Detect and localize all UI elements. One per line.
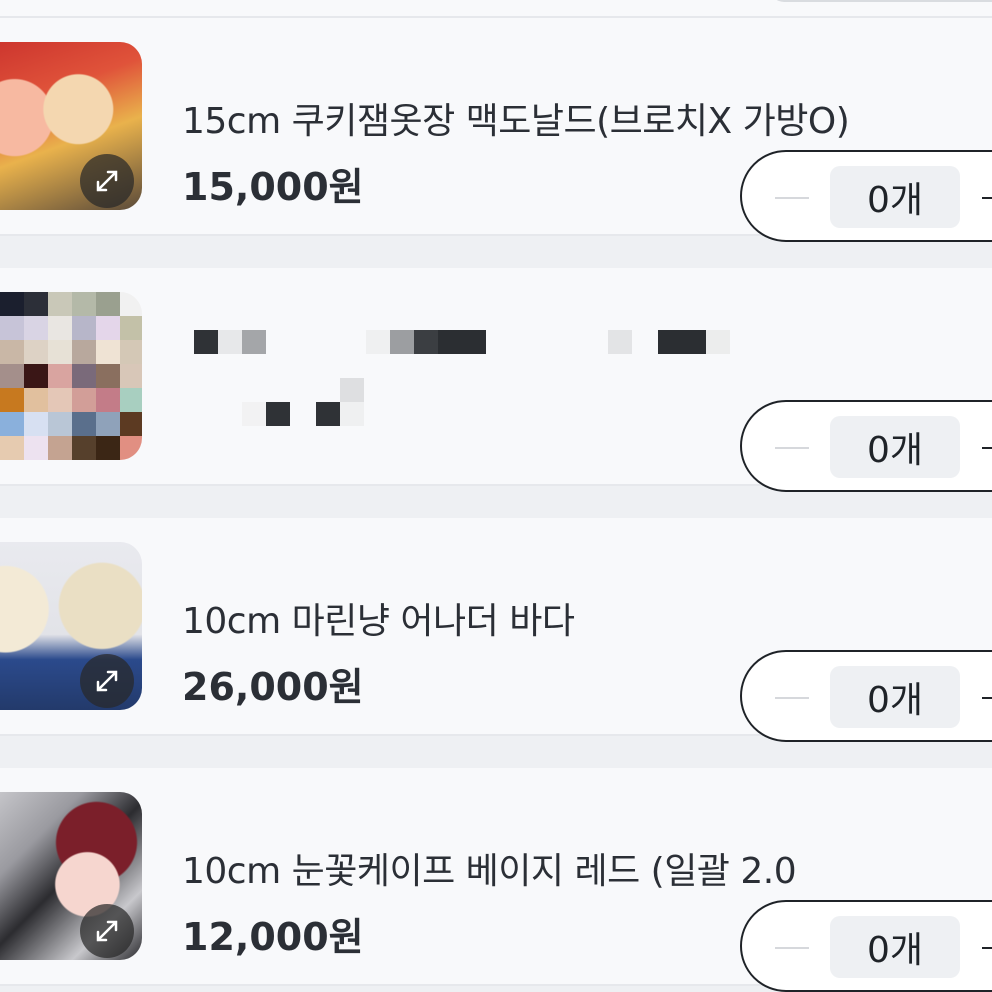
previous-stepper[interactable] — [770, 0, 992, 2]
expand-icon[interactable] — [80, 154, 134, 208]
quantity-field[interactable]: 0개 — [830, 416, 960, 478]
decrease-button[interactable] — [772, 928, 812, 968]
decrease-button[interactable] — [772, 178, 812, 218]
previous-product-card — [0, 0, 992, 18]
product-card[interactable]: 10cm 마린냥 어나더 바다 26,000원 0개 — [0, 518, 992, 742]
increase-button[interactable] — [978, 678, 992, 718]
quantity-stepper[interactable]: 0개 — [740, 900, 992, 992]
product-card[interactable]: 10cm 눈꽃케이프 베이지 레드 (일괄 2.0 12,000원 0개 — [0, 768, 992, 992]
product-price: 15,000원 — [182, 165, 364, 209]
decrease-button[interactable] — [772, 678, 812, 718]
pixelated-image — [0, 292, 142, 460]
product-name[interactable]: 15cm 쿠키잼옷장 맥도날드(브로치X 가방O) — [182, 92, 850, 144]
product-name[interactable]: 10cm 눈꽃케이프 베이지 레드 (일괄 2.0 — [182, 842, 797, 894]
product-price: 12,000원 — [182, 915, 364, 959]
product-thumbnail[interactable] — [0, 42, 142, 210]
product-thumbnail[interactable] — [0, 292, 142, 460]
increase-button[interactable] — [978, 178, 992, 218]
quantity-field[interactable]: 0개 — [830, 166, 960, 228]
quantity-stepper[interactable]: 0개 — [740, 150, 992, 242]
product-name[interactable]: 10cm 마린냥 어나더 바다 — [182, 592, 575, 644]
quantity-field[interactable]: 0개 — [830, 666, 960, 728]
expand-icon[interactable] — [80, 654, 134, 708]
quantity-stepper[interactable]: 0개 — [740, 400, 992, 492]
expand-icon[interactable] — [80, 904, 134, 958]
quantity-stepper[interactable]: 0개 — [740, 650, 992, 742]
product-card[interactable]: 0개 — [0, 268, 992, 492]
product-card[interactable]: 15cm 쿠키잼옷장 맥도날드(브로치X 가방O) 15,000원 0개 — [0, 18, 992, 242]
increase-button[interactable] — [978, 928, 992, 968]
product-thumbnail[interactable] — [0, 542, 142, 710]
decrease-button[interactable] — [772, 428, 812, 468]
product-price: 26,000원 — [182, 665, 364, 709]
quantity-field[interactable]: 0개 — [830, 916, 960, 978]
product-thumbnail[interactable] — [0, 792, 142, 960]
increase-button[interactable] — [978, 428, 992, 468]
